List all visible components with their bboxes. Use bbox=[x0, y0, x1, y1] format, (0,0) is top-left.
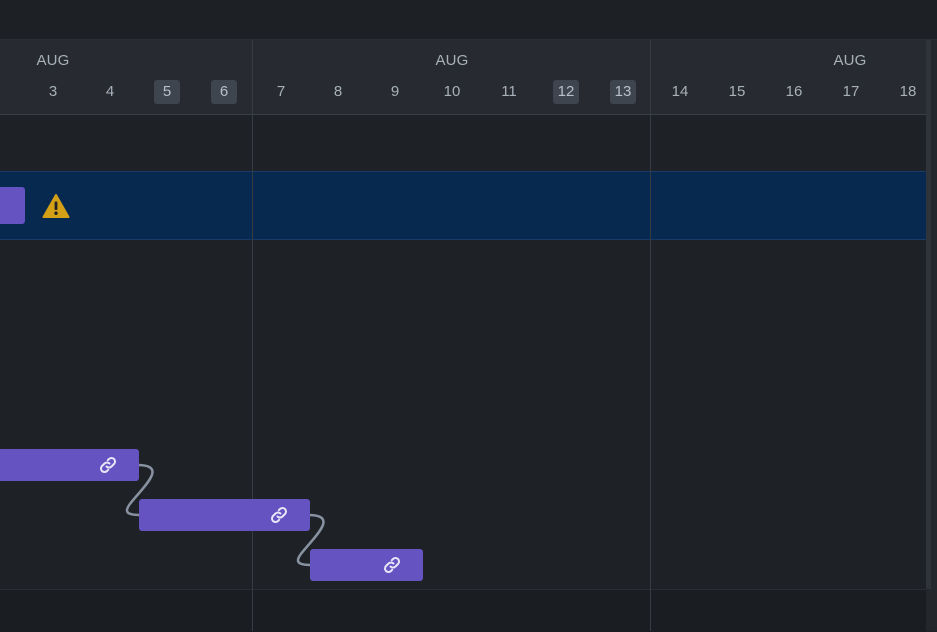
gantt-row[interactable] bbox=[0, 115, 926, 170]
month-label: AUG bbox=[435, 52, 469, 69]
gantt-row-selected[interactable] bbox=[0, 171, 926, 240]
day-label: 16 bbox=[785, 83, 803, 100]
day-label: 9 bbox=[390, 83, 400, 100]
task-bar[interactable] bbox=[310, 549, 423, 581]
warning-icon[interactable] bbox=[42, 193, 70, 219]
day-label: 14 bbox=[671, 83, 689, 100]
task-bar[interactable] bbox=[0, 449, 139, 481]
link-icon[interactable] bbox=[98, 455, 118, 475]
link-icon[interactable] bbox=[269, 505, 289, 525]
week-divider bbox=[252, 40, 253, 631]
day-label: 17 bbox=[842, 83, 860, 100]
task-bar[interactable] bbox=[139, 499, 310, 531]
day-label: 3 bbox=[48, 83, 58, 100]
day-label-weekend: 6 bbox=[211, 80, 237, 104]
day-label: 4 bbox=[105, 83, 115, 100]
day-label-weekend: 12 bbox=[553, 80, 579, 104]
day-label: 7 bbox=[276, 83, 286, 100]
day-label: 8 bbox=[333, 83, 343, 100]
week-divider bbox=[650, 40, 651, 631]
scrollbar-thumb[interactable] bbox=[926, 40, 931, 589]
day-label: 11 bbox=[501, 83, 517, 100]
month-label: AUG bbox=[36, 52, 70, 69]
gantt-footer bbox=[0, 589, 926, 632]
top-toolbar-strip bbox=[0, 0, 937, 40]
day-label: 10 bbox=[443, 83, 461, 100]
link-icon[interactable] bbox=[382, 555, 402, 575]
day-label-weekend: 13 bbox=[610, 80, 636, 104]
month-label: AUG bbox=[833, 52, 867, 69]
day-label: 18 bbox=[899, 83, 917, 100]
timeline-header: AUG AUG AUG 3 4 5 6 7 8 9 10 11 12 13 14… bbox=[0, 40, 926, 115]
day-label-weekend: 5 bbox=[154, 80, 180, 104]
task-bar[interactable] bbox=[0, 187, 25, 224]
day-label: 15 bbox=[728, 83, 746, 100]
